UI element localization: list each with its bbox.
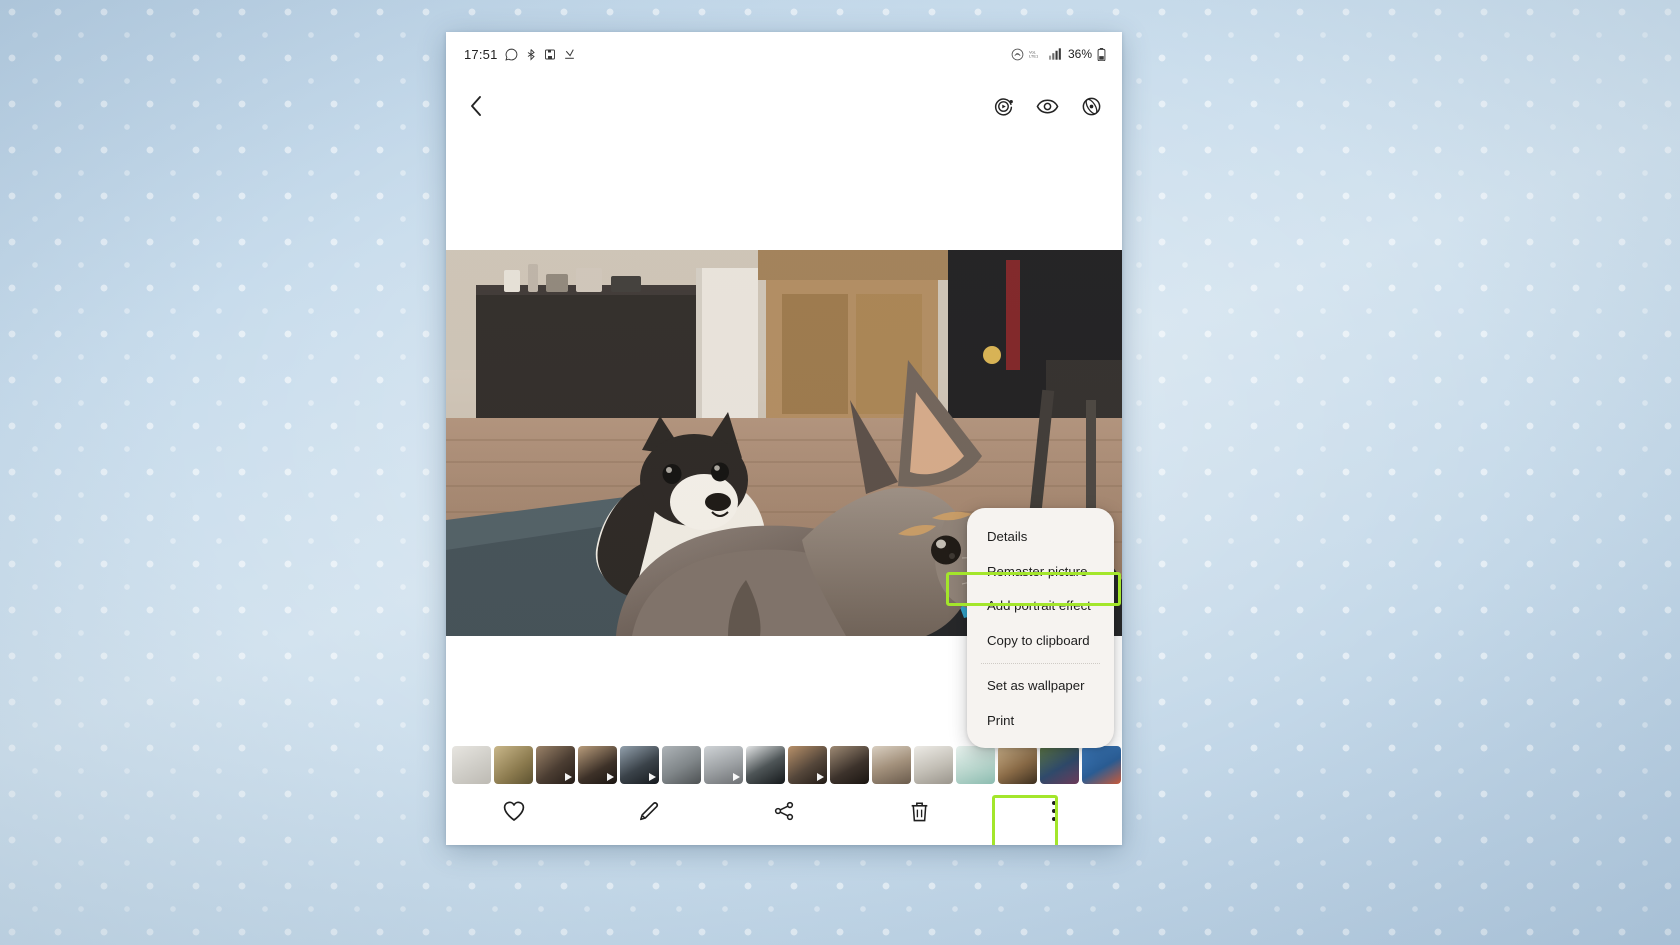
menu-item-details[interactable]: Details — [967, 520, 1114, 555]
bixby-vision-icon[interactable] — [1081, 96, 1102, 117]
filmstrip-thumbnail[interactable] — [914, 746, 953, 784]
filmstrip-thumbnail[interactable] — [494, 746, 533, 784]
photo-top-blank-area — [446, 136, 1122, 250]
bluetooth-icon — [525, 48, 537, 61]
chrome-badge: 1 — [805, 844, 821, 845]
volte-icon: VoL LTE1 — [1029, 48, 1044, 60]
filmstrip-thumbnail[interactable] — [452, 746, 491, 784]
dock-bar: 1 1 — [446, 837, 1122, 845]
status-bar-clock: 17:51 — [464, 46, 498, 62]
video-play-icon — [733, 773, 740, 781]
whatsapp-status-icon — [504, 48, 518, 61]
save-to-sd-icon — [544, 48, 556, 61]
video-play-icon — [607, 773, 614, 781]
signal-bars-icon — [1048, 48, 1062, 60]
filmstrip-thumbnail[interactable] — [662, 746, 701, 784]
view-icon[interactable] — [1036, 96, 1059, 117]
photo-action-bar — [446, 787, 1122, 835]
menu-item-print[interactable]: Print — [967, 704, 1114, 739]
menu-item-add-portrait-effect[interactable]: Add portrait effect — [967, 589, 1114, 624]
status-bar-right: VoL LTE1 36% — [1011, 47, 1106, 61]
battery-percent: 36% — [1067, 47, 1092, 61]
filmstrip-thumbnail[interactable] — [1082, 746, 1121, 784]
status-bar: 17:51 VoL LTE1 36% — [446, 32, 1122, 76]
filmstrip-thumbnail[interactable] — [998, 746, 1037, 784]
filmstrip-thumbnail[interactable] — [746, 746, 785, 784]
filmstrip-thumbnail[interactable] — [788, 746, 827, 784]
download-complete-icon — [563, 48, 576, 61]
menu-item-copy-to-clipboard[interactable]: Copy to clipboard — [967, 624, 1114, 659]
menu-item-remaster-picture[interactable]: Remaster picture — [967, 555, 1114, 590]
filmstrip-thumbnail[interactable] — [620, 746, 659, 784]
more-options-context-menu[interactable]: Details Remaster picture Add portrait ef… — [967, 508, 1114, 749]
menu-item-set-as-wallpaper[interactable]: Set as wallpaper — [967, 669, 1114, 704]
filmstrip-thumbnail-selected[interactable] — [828, 745, 871, 785]
whatsapp-badge: 1 — [761, 844, 777, 845]
video-play-icon — [565, 773, 572, 781]
delete-button[interactable] — [852, 800, 987, 823]
svg-text:LTE1: LTE1 — [1029, 54, 1039, 59]
phone-screenshot: 17:51 VoL LTE1 36% Details Remaster pict… — [446, 32, 1122, 845]
filmstrip-thumbnail[interactable] — [956, 746, 995, 784]
video-play-icon — [817, 773, 824, 781]
filmstrip-thumbnail[interactable] — [578, 746, 617, 784]
video-play-icon — [649, 773, 656, 781]
filmstrip-thumbnail[interactable] — [1040, 746, 1079, 784]
edit-button[interactable] — [581, 800, 716, 823]
vpn-icon — [1011, 48, 1024, 61]
back-button[interactable] — [468, 95, 485, 117]
filmstrip-thumbnail[interactable] — [872, 746, 911, 784]
app-bar — [446, 76, 1122, 136]
share-button[interactable] — [716, 800, 851, 822]
battery-icon — [1097, 47, 1106, 61]
motion-photo-icon[interactable] — [993, 96, 1014, 117]
status-bar-left: 17:51 — [464, 47, 576, 62]
filmstrip-thumbnail[interactable] — [704, 746, 743, 784]
app-bar-actions — [993, 96, 1102, 117]
more-options-button[interactable] — [987, 799, 1122, 823]
favorite-button[interactable] — [446, 800, 581, 822]
menu-divider — [981, 663, 1100, 665]
filmstrip-thumbnail[interactable] — [536, 746, 575, 784]
filmstrip[interactable] — [446, 745, 1122, 785]
